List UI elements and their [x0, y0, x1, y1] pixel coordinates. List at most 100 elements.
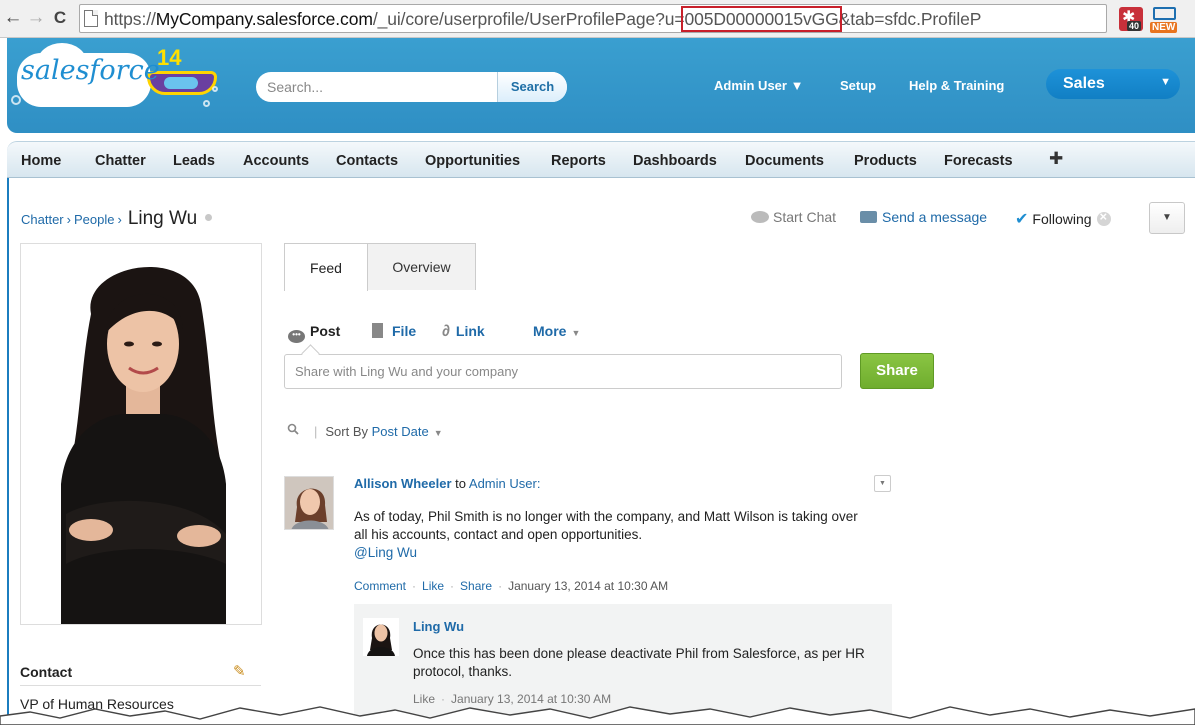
breadcrumb-people[interactable]: People	[74, 212, 114, 227]
chevron-down-icon: ▼	[433, 428, 443, 438]
reload-icon[interactable]: C	[49, 6, 71, 30]
profile-photo-illustration	[21, 244, 261, 624]
user-menu[interactable]: Admin User ▼	[714, 78, 803, 93]
page-icon	[84, 10, 98, 27]
publisher-file-tab[interactable]: File	[372, 323, 416, 339]
tab-overview[interactable]: Overview	[368, 243, 476, 290]
new-window-extension-icon[interactable]: NEW	[1150, 5, 1179, 33]
chevron-down-icon: ▼	[1160, 76, 1171, 88]
tab-home[interactable]: Home	[21, 153, 61, 169]
more-label: More	[533, 323, 567, 339]
following-toggle[interactable]: ✔ Following	[1015, 209, 1111, 229]
tab-feed[interactable]: Feed	[284, 243, 368, 291]
bubble-decoration	[11, 95, 21, 105]
feed-item-author[interactable]: Allison Wheeler	[354, 476, 452, 491]
main-tab-bar: Home Chatter Leads Accounts Contacts Opp…	[7, 141, 1195, 178]
avatar-illustration	[363, 618, 399, 656]
tab-forecasts[interactable]: Forecasts	[944, 153, 1013, 169]
app-picker[interactable]: Sales ▼	[1046, 69, 1180, 99]
new-badge: NEW	[1150, 22, 1178, 33]
avatar[interactable]	[363, 618, 399, 656]
comment-timestamp: January 13, 2014 at 10:30 AM	[451, 692, 612, 706]
logo-text: salesforce	[21, 55, 160, 86]
feed-item-menu-button[interactable]: ▼	[874, 475, 891, 492]
tab-dashboards[interactable]: Dashboards	[633, 153, 717, 169]
feed-item-header: Allison Wheeler to Admin User:	[354, 476, 540, 491]
tab-accounts[interactable]: Accounts	[243, 153, 309, 169]
extension-icon[interactable]: ✱ 40	[1119, 7, 1143, 31]
message-icon	[860, 211, 877, 223]
salesforce-header: salesforce 14 Search... Search Admin Use…	[7, 38, 1195, 133]
search-box: Search... Search	[256, 72, 567, 102]
url-text[interactable]: https://MyCompany.salesforce.com/_ui/cor…	[104, 6, 982, 32]
publisher-input[interactable]: Share with Ling Wu and your company	[284, 354, 842, 389]
bubble-decoration	[117, 98, 126, 107]
post-label: Post	[310, 323, 341, 339]
window-box	[1153, 7, 1176, 20]
avatar[interactable]	[284, 476, 334, 530]
profile-actions-menu-button[interactable]: ▼	[1149, 202, 1185, 234]
file-label: File	[392, 323, 417, 339]
add-tab-icon[interactable]: ✚	[1049, 149, 1063, 169]
forward-arrow-icon[interactable]: →	[25, 6, 47, 30]
share-button[interactable]: Share	[860, 353, 934, 389]
tab-contacts[interactable]: Contacts	[336, 153, 398, 169]
unfollow-icon[interactable]	[1096, 209, 1111, 226]
feed-item-to: to	[455, 476, 466, 491]
back-arrow-icon[interactable]: ←	[2, 6, 24, 30]
tab-leads[interactable]: Leads	[173, 153, 215, 169]
search-input[interactable]: Search...	[267, 79, 323, 95]
start-chat-label: Start Chat	[773, 209, 837, 225]
publisher-post-tab[interactable]: ••• Post	[288, 323, 340, 343]
url-suffix: &tab=sfdc.ProfileP	[838, 9, 982, 29]
comment-author[interactable]: Ling Wu	[413, 619, 464, 634]
breadcrumb-sep: ›	[66, 212, 71, 227]
tab-opportunities[interactable]: Opportunities	[425, 153, 520, 169]
comment-like-link[interactable]: Like	[413, 692, 435, 706]
separator: |	[314, 424, 318, 439]
like-link[interactable]: Like	[422, 579, 444, 593]
tab-documents[interactable]: Documents	[745, 153, 824, 169]
logo-version: 14	[157, 45, 182, 70]
tab-products[interactable]: Products	[854, 153, 917, 169]
address-bar[interactable]: https://MyCompany.salesforce.com/_ui/cor…	[79, 4, 1107, 33]
tab-chatter[interactable]: Chatter	[95, 153, 146, 169]
publisher-link-tab[interactable]: ∂ Link	[442, 323, 485, 341]
app-picker-label: Sales	[1063, 75, 1105, 92]
feed-item-target[interactable]: Admin User:	[469, 476, 541, 491]
breadcrumb-chatter[interactable]: Chatter	[21, 212, 64, 227]
tab-reports[interactable]: Reports	[551, 153, 606, 169]
send-message-link[interactable]: Send a message	[860, 209, 987, 225]
feed-search-icon[interactable]	[287, 423, 299, 438]
comment-link[interactable]: Comment	[354, 579, 406, 593]
edit-pencil-icon[interactable]: ✎	[233, 662, 246, 680]
search-button[interactable]: Search	[497, 72, 567, 102]
start-chat-link[interactable]: Start Chat	[751, 209, 836, 225]
comment-actions: Like · January 13, 2014 at 10:30 AM	[413, 692, 611, 706]
mention-link[interactable]: @Ling Wu	[354, 545, 417, 560]
feed-item-actions: Comment · Like · Share · January 13, 2014 at 1…	[354, 579, 668, 593]
extension-badge: 40	[1127, 21, 1142, 31]
publisher-more-menu[interactable]: More ▼	[533, 323, 580, 339]
profile-photo[interactable]	[20, 243, 262, 625]
breadcrumb: Chatter › People › Ling Wu	[21, 208, 213, 230]
timestamp[interactable]: January 13, 2014 at 10:30 AM	[508, 579, 668, 593]
page-left-border	[7, 178, 9, 725]
contact-title: VP of Human Resources	[20, 696, 174, 712]
dot-sep: ·	[412, 579, 417, 593]
setup-link[interactable]: Setup	[840, 78, 876, 93]
help-training-link[interactable]: Help & Training	[909, 78, 1004, 93]
url-prefix: https://	[104, 9, 156, 29]
checkmark-icon: ✔	[1015, 211, 1029, 228]
share-link[interactable]: Share	[460, 579, 492, 593]
link-label: Link	[455, 323, 485, 339]
browser-toolbar: ← → C https://MyCompany.salesforce.com/_…	[0, 0, 1195, 38]
following-label: Following	[1032, 211, 1092, 227]
contact-section-heading: Contact	[20, 664, 73, 680]
dot-sep: ·	[441, 692, 446, 706]
presence-status-icon	[205, 214, 213, 221]
page-title: Ling Wu	[127, 208, 198, 229]
sort-control[interactable]: | Sort By Post Date ▼	[314, 424, 443, 439]
dot-sep: ·	[498, 579, 503, 593]
breadcrumb-sep: ›	[117, 212, 122, 227]
